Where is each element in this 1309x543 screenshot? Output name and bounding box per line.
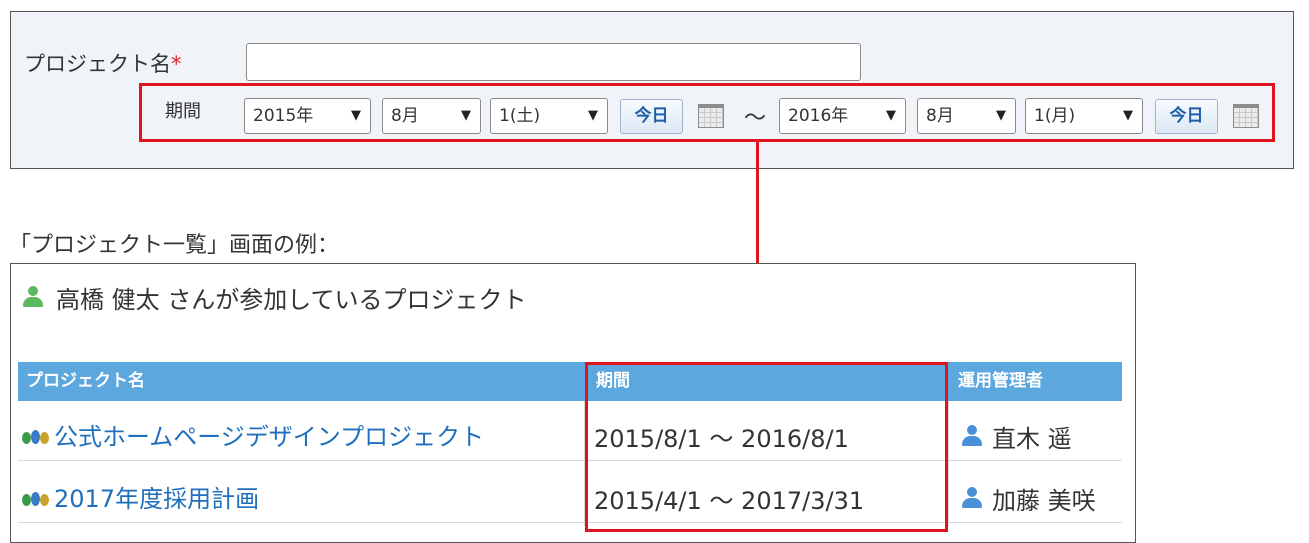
manager-name[interactable]: 加藤 美咲	[992, 481, 1096, 516]
chevron-down-icon: ▼	[461, 108, 471, 123]
start-year-select[interactable]: 2015年 ▼	[244, 98, 371, 134]
start-month-select[interactable]: 8月 ▼	[382, 98, 481, 134]
row-divider	[18, 522, 1122, 523]
column-header-project-name[interactable]: プロジェクト名	[26, 362, 145, 401]
required-mark: *	[171, 52, 182, 76]
end-calendar-icon[interactable]	[1233, 104, 1259, 128]
user-icon	[961, 487, 983, 509]
end-today-button[interactable]: 今日	[1155, 99, 1218, 134]
chevron-down-icon: ▼	[351, 108, 361, 123]
project-link[interactable]: 2017年度採用計画	[54, 479, 259, 514]
end-year-select[interactable]: 2016年 ▼	[779, 98, 906, 134]
start-today-button[interactable]: 今日	[620, 99, 683, 134]
example-caption: 「プロジェクト一覧」画面の例：	[9, 233, 340, 258]
end-day-select[interactable]: 1(月) ▼	[1025, 98, 1143, 134]
project-name-input[interactable]	[246, 43, 861, 81]
end-month-select[interactable]: 8月 ▼	[917, 98, 1016, 134]
group-icon	[22, 488, 50, 508]
row-divider	[18, 460, 1122, 461]
chevron-down-icon: ▼	[588, 108, 598, 123]
chevron-down-icon: ▼	[886, 108, 896, 123]
chevron-down-icon: ▼	[996, 108, 1006, 123]
manager-name[interactable]: 直木 遥	[992, 419, 1072, 454]
user-icon	[22, 286, 44, 308]
table-header-row	[18, 362, 1122, 401]
start-day-select[interactable]: 1(土) ▼	[490, 98, 608, 134]
period-label: 期間	[165, 101, 201, 122]
column-divider	[948, 401, 949, 526]
period-separator: ～	[744, 106, 767, 131]
user-icon	[961, 425, 983, 447]
list-heading: 高橋 健太 さんが参加しているプロジェクト	[56, 286, 527, 314]
chevron-down-icon: ▼	[1123, 108, 1133, 123]
project-link[interactable]: 公式ホームページデザインプロジェクト	[54, 417, 484, 452]
group-icon	[22, 426, 50, 446]
start-calendar-icon[interactable]	[698, 104, 724, 128]
project-name-label: プロジェクト名*	[24, 52, 182, 76]
period-column-highlight-box	[585, 362, 948, 532]
column-header-manager[interactable]: 運用管理者	[958, 362, 1043, 401]
